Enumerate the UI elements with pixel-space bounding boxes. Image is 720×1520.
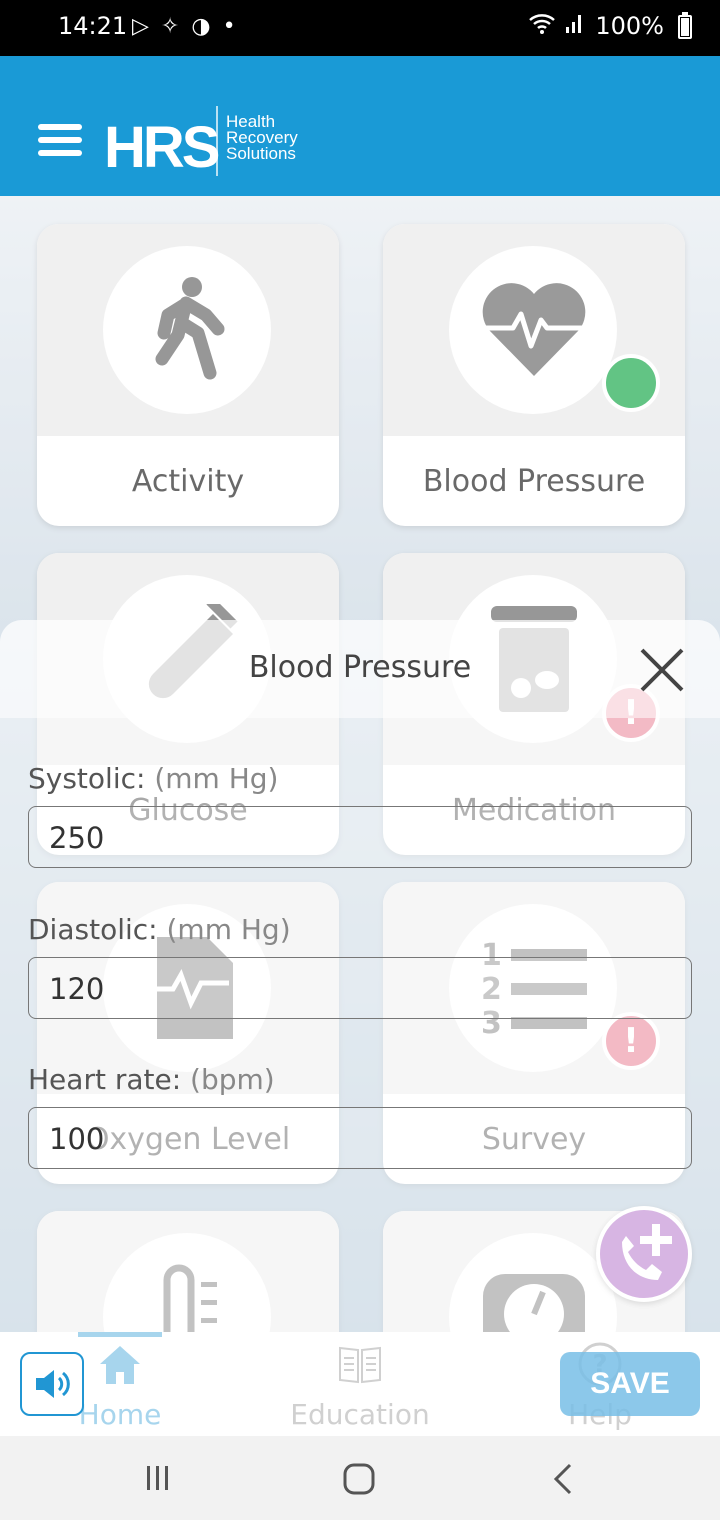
heart-rate-input[interactable]: 100 [28, 1107, 692, 1169]
diastolic-label: Diastolic: (mm Hg) [28, 913, 291, 946]
battery-icon [678, 12, 692, 39]
magic-wand-icon: ✧ [160, 14, 180, 39]
logo-subtitle: Health Recovery Solutions [226, 112, 298, 163]
recent-apps-icon[interactable] [144, 1464, 172, 1492]
logo-divider [216, 106, 218, 176]
app-notification-icon: ◑ [191, 14, 211, 39]
hrs-logo: HRS [104, 115, 220, 180]
sound-button[interactable] [20, 1352, 84, 1416]
signal-icon [565, 12, 585, 40]
blood-pressure-sheet [0, 620, 720, 1436]
wifi-icon [529, 12, 556, 40]
back-icon[interactable] [550, 1462, 574, 1496]
status-right: 100% [529, 12, 664, 40]
systolic-input[interactable]: 250 [28, 806, 692, 868]
status-time: 14:21 [58, 12, 128, 40]
status-bar: 14:21 ▷ ✧ ◑ • 100% [0, 0, 720, 56]
app-header: HRS Health Recovery Solutions [0, 56, 720, 196]
close-icon[interactable] [638, 646, 686, 694]
systolic-label: Systolic: (mm Hg) [28, 762, 279, 795]
notification-icons: ▷ ✧ ◑ • [132, 14, 236, 39]
save-button[interactable]: SAVE [560, 1352, 700, 1416]
heart-rate-label: Heart rate: (bpm) [28, 1063, 275, 1096]
home-button-icon[interactable] [342, 1462, 376, 1496]
speaker-icon [36, 1370, 70, 1398]
battery-percent: 100% [595, 12, 664, 40]
diastolic-input[interactable]: 120 [28, 957, 692, 1019]
system-nav-bar [0, 1436, 720, 1520]
sheet-title: Blood Pressure [248, 650, 472, 685]
dot-icon: • [222, 14, 236, 39]
play-store-icon: ▷ [132, 14, 149, 39]
menu-icon[interactable] [38, 124, 82, 160]
